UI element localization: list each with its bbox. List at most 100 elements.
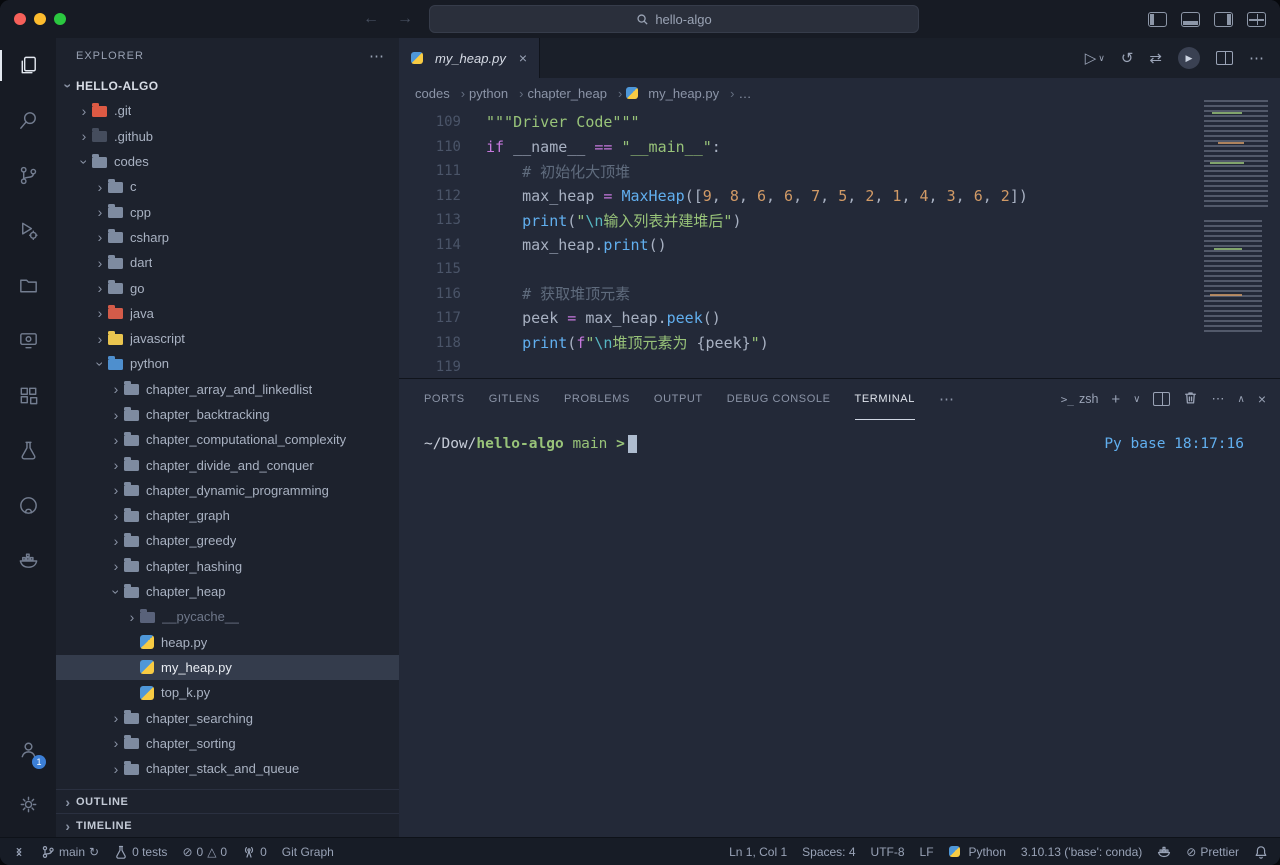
code-line[interactable]: 109"""Driver Code""" xyxy=(399,110,1280,135)
minimap[interactable] xyxy=(1198,98,1276,338)
search-view-icon[interactable] xyxy=(0,93,56,148)
tree-item-pycache[interactable]: __pycache__ xyxy=(56,604,399,629)
code-line[interactable]: 115 xyxy=(399,257,1280,282)
terminal-shell-selector[interactable]: >_zsh xyxy=(1061,392,1099,406)
tree-item-chapter-array-and-linkedlist[interactable]: chapter_array_and_linkedlist xyxy=(56,377,399,402)
accounts-icon[interactable]: 1 xyxy=(0,722,56,777)
github-icon[interactable] xyxy=(0,478,56,533)
new-terminal-icon[interactable]: + xyxy=(1111,391,1120,408)
tree-root-hello-algo[interactable]: HELLO-ALGO xyxy=(56,73,399,98)
language-mode[interactable]: Python xyxy=(949,845,1006,859)
tree-item-chapter-stack-and-queue[interactable]: chapter_stack_and_queue xyxy=(56,756,399,781)
run-profile-icon[interactable]: ▶ xyxy=(1178,47,1200,69)
tree-item-python[interactable]: python xyxy=(56,351,399,376)
kill-terminal-icon[interactable] xyxy=(1183,390,1198,408)
editor-layout-icon[interactable] xyxy=(1247,12,1266,27)
timeline-section[interactable]: TIMELINE xyxy=(56,813,399,838)
folders-view-icon[interactable] xyxy=(0,258,56,313)
code-line[interactable]: 113 print("\n输入列表并建堆后") xyxy=(399,208,1280,233)
code-line[interactable]: 116 # 获取堆顶元素 xyxy=(399,282,1280,307)
notifications-bell-icon[interactable] xyxy=(1254,845,1268,859)
close-window-button[interactable] xyxy=(14,13,26,25)
prettier-status[interactable]: ⊘Prettier xyxy=(1186,845,1239,859)
tab-gitlens[interactable]: GITLENS xyxy=(489,379,540,420)
remote-explorer-icon[interactable] xyxy=(0,313,56,368)
sync-icon[interactable]: ↻ xyxy=(89,845,99,859)
breadcrumb-file[interactable]: my_heap.py xyxy=(626,86,734,101)
settings-gear-icon[interactable] xyxy=(0,777,56,832)
open-changes-icon[interactable]: ⇄ xyxy=(1149,49,1162,67)
docker-status-icon[interactable] xyxy=(1157,845,1171,859)
maximize-panel-icon[interactable]: ∧ xyxy=(1237,394,1244,405)
tree-item-my-heap-py[interactable]: my_heap.py xyxy=(56,655,399,680)
tree-item-javascript[interactable]: javascript xyxy=(56,326,399,351)
ports-status[interactable]: 0 xyxy=(242,845,267,859)
toggle-primary-sidebar-icon[interactable] xyxy=(1148,12,1167,27)
tree-item-chapter-sorting[interactable]: chapter_sorting xyxy=(56,731,399,756)
tree-item-go[interactable]: go xyxy=(56,275,399,300)
outline-section[interactable]: OUTLINE xyxy=(56,789,399,814)
tab-ports[interactable]: PORTS xyxy=(424,379,465,420)
tree-item-chapter-backtracking[interactable]: chapter_backtracking xyxy=(56,402,399,427)
terminal-dropdown-icon[interactable]: ∨ xyxy=(1133,394,1140,405)
navigate-forward-icon[interactable]: → xyxy=(395,10,415,28)
panel-more-tabs-icon[interactable]: ⋯ xyxy=(939,390,954,408)
code-line[interactable]: 119 xyxy=(399,355,1280,378)
tab-terminal[interactable]: TERMINAL xyxy=(855,379,915,420)
code-line[interactable]: 118 print(f"\n堆顶元素为 {peek}") xyxy=(399,331,1280,356)
editor-more-actions-icon[interactable]: ⋯ xyxy=(1249,49,1264,67)
breadcrumb-symbol-ellipsis[interactable]: … xyxy=(738,86,751,101)
tree-item-chapter-greedy[interactable]: chapter_greedy xyxy=(56,528,399,553)
tree-item-codes[interactable]: codes xyxy=(56,149,399,174)
view-history-icon[interactable]: ↺ xyxy=(1121,49,1134,67)
code-line[interactable]: 111 # 初始化大顶堆 xyxy=(399,159,1280,184)
tree-item-chapter-hashing[interactable]: chapter_hashing xyxy=(56,554,399,579)
navigate-back-icon[interactable]: ← xyxy=(361,10,381,28)
split-editor-icon[interactable] xyxy=(1216,51,1233,65)
problems-status[interactable]: ⊘0△0 xyxy=(182,845,227,859)
tree-item-git[interactable]: .git xyxy=(56,98,399,123)
extensions-icon[interactable] xyxy=(0,368,56,423)
tree-item-chapter-heap[interactable]: chapter_heap xyxy=(56,579,399,604)
tree-item-csharp[interactable]: csharp xyxy=(56,225,399,250)
eol-status[interactable]: LF xyxy=(920,845,934,859)
breadcrumb-python[interactable]: python xyxy=(469,86,523,101)
breadcrumb-chapter-heap[interactable]: chapter_heap xyxy=(527,86,622,101)
toggle-secondary-sidebar-icon[interactable] xyxy=(1214,12,1233,27)
command-center[interactable]: hello-algo xyxy=(429,5,919,33)
git-branch-status[interactable]: main↻ xyxy=(41,845,99,859)
tab-output[interactable]: OUTPUT xyxy=(654,379,703,420)
tree-item-github[interactable]: .github xyxy=(56,124,399,149)
cursor-position[interactable]: Ln 1, Col 1 xyxy=(729,845,787,859)
toggle-panel-icon[interactable] xyxy=(1181,12,1200,27)
run-and-debug-icon[interactable] xyxy=(0,203,56,258)
tree-item-chapter-searching[interactable]: chapter_searching xyxy=(56,705,399,730)
tree-item-chapter-graph[interactable]: chapter_graph xyxy=(56,503,399,528)
tree-item-top-k-py[interactable]: top_k.py xyxy=(56,680,399,705)
testing-icon[interactable] xyxy=(0,423,56,478)
indentation-status[interactable]: Spaces: 4 xyxy=(802,845,855,859)
tree-item-dart[interactable]: dart xyxy=(56,250,399,275)
tree-item-chapter-dynamic-programming[interactable]: chapter_dynamic_programming xyxy=(56,478,399,503)
breadcrumb-codes[interactable]: codes xyxy=(415,86,465,101)
git-graph-button[interactable]: Git Graph xyxy=(282,845,334,859)
tree-item-chapter-computational-complexity[interactable]: chapter_computational_complexity xyxy=(56,427,399,452)
tab-my-heap-py[interactable]: my_heap.py × xyxy=(399,38,540,78)
close-panel-icon[interactable]: × xyxy=(1258,391,1266,407)
code-area[interactable]: 109"""Driver Code"""110if __name__ == "_… xyxy=(399,108,1280,378)
encoding-status[interactable]: UTF-8 xyxy=(871,845,905,859)
tests-status[interactable]: 0 tests xyxy=(114,845,167,859)
code-line[interactable]: 114 max_heap.print() xyxy=(399,233,1280,258)
source-control-icon[interactable] xyxy=(0,148,56,203)
docker-icon[interactable] xyxy=(0,533,56,588)
panel-more-actions-icon[interactable]: ⋯ xyxy=(1211,391,1224,407)
explorer-more-actions-icon[interactable]: ⋯ xyxy=(369,47,385,65)
tree-item-c[interactable]: c xyxy=(56,174,399,199)
minimize-window-button[interactable] xyxy=(34,13,46,25)
close-tab-icon[interactable]: × xyxy=(519,50,527,66)
tree-item-heap-py[interactable]: heap.py xyxy=(56,630,399,655)
code-line[interactable]: 117 peek = max_heap.peek() xyxy=(399,306,1280,331)
run-python-file-button[interactable]: ▷∨ xyxy=(1085,49,1105,67)
code-line[interactable]: 110if __name__ == "__main__": xyxy=(399,135,1280,160)
tab-debug-console[interactable]: DEBUG CONSOLE xyxy=(727,379,831,420)
